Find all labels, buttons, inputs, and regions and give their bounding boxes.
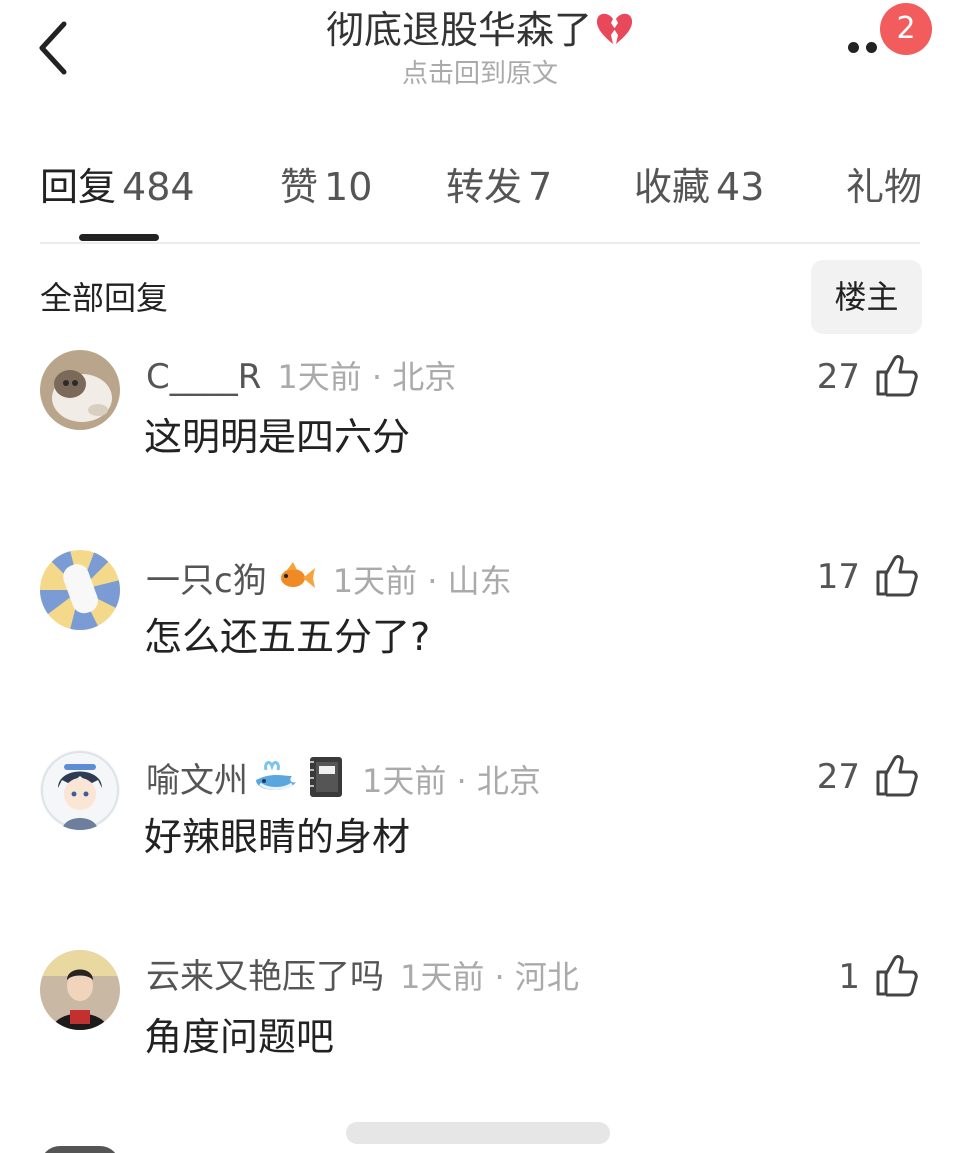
comment-item: 一只c狗 1天前 · 山东 怎么还五五分了? 17 [0, 550, 960, 710]
notification-badge[interactable]: 2 [880, 3, 932, 55]
comment-text[interactable]: 这明明是四六分 [144, 412, 410, 462]
avatar[interactable] [40, 350, 120, 430]
comment-meta: 云来又艳压了吗 1天前 · 河北 [146, 954, 579, 1000]
comment-text[interactable]: 角度问题吧 [144, 1012, 334, 1062]
anime-boy-avatar-icon [40, 750, 120, 830]
comment-location: 河北 [514, 958, 579, 996]
tab-label: 礼物 [846, 165, 923, 209]
tab-count: 10 [324, 165, 373, 209]
comment-time: 1天前 [400, 958, 485, 996]
next-comment-avatar-edge [40, 1146, 120, 1153]
comment-location: 山东 [447, 562, 512, 600]
comment-meta: 喻文州 1天前 · 北京 [146, 754, 541, 801]
avatar[interactable] [40, 550, 120, 630]
comment-item: C____R 1天前 · 北京 这明明是四六分 27 [0, 350, 960, 510]
tab-likes[interactable]: 赞 10 [280, 162, 372, 212]
time-location: 1天前 · 北京 [362, 762, 541, 800]
like-button[interactable]: 1 [800, 950, 920, 1000]
avatar[interactable] [40, 950, 120, 1030]
tab-favorites[interactable]: 收藏 43 [634, 162, 764, 212]
broken-heart-icon [596, 13, 633, 44]
notebook-emoji-icon [306, 754, 346, 812]
like-count: 17 [816, 557, 860, 597]
interaction-tabs: 回复 484 赞 10 转发 7 收藏 43 礼物 [40, 160, 922, 244]
like-button[interactable]: 27 [800, 350, 920, 400]
tab-gifts[interactable]: 礼物 [846, 162, 922, 212]
comment-time: 1天前 [277, 358, 362, 396]
tab-label: 赞 [280, 165, 319, 209]
thumbs-up-icon [876, 955, 918, 997]
active-tab-indicator [79, 234, 159, 241]
dot-icon [866, 42, 877, 53]
thumbs-up-icon [876, 555, 918, 597]
tab-count: 7 [528, 165, 553, 209]
like-count: 1 [838, 957, 860, 997]
comment-item: 喻文州 1天前 · 北京 好辣眼睛的身材 27 [0, 750, 960, 910]
tab-reposts[interactable]: 转发 7 [446, 162, 552, 212]
username[interactable]: 喻文州 [146, 761, 248, 801]
like-button[interactable]: 17 [800, 550, 920, 600]
username[interactable]: 一只c狗 [146, 561, 267, 601]
post-title-area[interactable]: 彻底退股华森了 点击回到原文 [180, 8, 780, 90]
watermark-bar [346, 1122, 610, 1144]
comment-text[interactable]: 怎么还五五分了? [144, 612, 430, 662]
chevron-left-icon [39, 21, 67, 75]
back-to-original-link[interactable]: 点击回到原文 [180, 58, 780, 90]
thumbs-up-icon [876, 755, 918, 797]
thumbs-up-icon [876, 355, 918, 397]
like-count: 27 [816, 757, 860, 797]
comment-time: 1天前 [362, 762, 447, 800]
like-count: 27 [816, 357, 860, 397]
like-button[interactable]: 27 [800, 750, 920, 800]
tab-label: 转发 [446, 165, 523, 209]
op-only-filter-button[interactable]: 楼主 [811, 260, 922, 334]
comment-text[interactable]: 好辣眼睛的身材 [144, 812, 410, 862]
comment-meta: C____R 1天前 · 北京 [146, 354, 456, 400]
time-location: 1天前 · 北京 [277, 358, 457, 396]
time-location: 1天前 · 河北 [400, 958, 579, 996]
username[interactable]: 云来又艳压了吗 [146, 957, 384, 997]
avatar[interactable] [40, 750, 120, 830]
top-bar: 彻底退股华森了 点击回到原文 2 [0, 0, 960, 110]
tab-label: 收藏 [634, 165, 711, 209]
cat-avatar-icon [40, 350, 120, 430]
username[interactable]: C____R [146, 357, 261, 397]
comment-item: 云来又艳压了吗 1天前 · 河北 角度问题吧 1 [0, 950, 960, 1110]
comment-meta: 一只c狗 1天前 · 山东 [146, 554, 512, 601]
photo-person-avatar-icon [40, 950, 120, 1030]
goldfish-emoji-icon [271, 554, 317, 612]
dot-icon [848, 42, 859, 53]
tab-count: 43 [716, 165, 765, 209]
whale-emoji-icon [252, 754, 302, 812]
comment-location: 北京 [476, 762, 541, 800]
tab-count: 484 [122, 165, 195, 209]
sunburst-hand-avatar-icon [40, 550, 120, 630]
tab-label: 回复 [40, 165, 117, 209]
time-location: 1天前 · 山东 [332, 562, 512, 600]
tab-replies[interactable]: 回复 484 [40, 162, 195, 212]
post-title: 彻底退股华森了 [180, 8, 780, 52]
section-title: 全部回复 [40, 279, 169, 317]
comment-time: 1天前 [332, 562, 418, 600]
back-button[interactable] [30, 18, 80, 78]
comment-location: 北京 [392, 358, 457, 396]
